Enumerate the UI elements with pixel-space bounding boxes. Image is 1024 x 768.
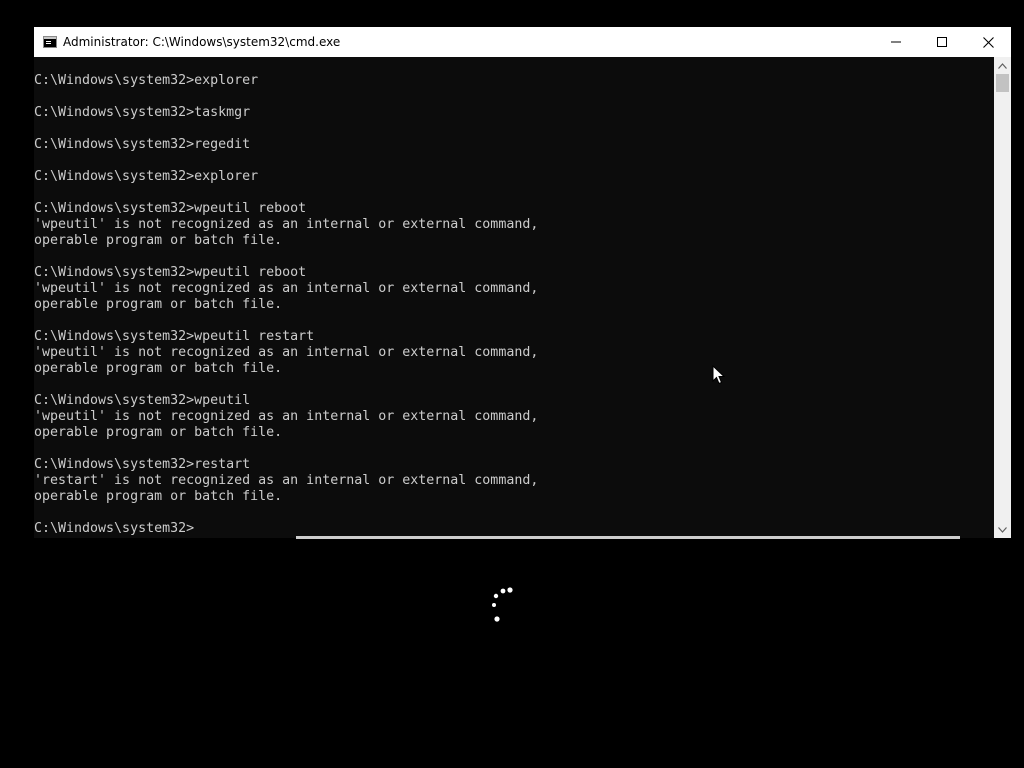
console-line: 'wpeutil' is not recognized as an intern… xyxy=(34,409,539,424)
close-icon xyxy=(982,36,994,48)
console-line: C:\Windows\system32>explorer xyxy=(34,169,259,184)
console-line: 'restart' is not recognized as an intern… xyxy=(34,473,539,488)
console-line: operable program or batch file. xyxy=(34,233,283,248)
console-line: operable program or batch file. xyxy=(34,361,283,376)
loading-spinner-icon xyxy=(492,587,513,622)
mouse-pointer-icon xyxy=(712,365,726,385)
maximize-icon xyxy=(937,37,947,47)
console-line: C:\Windows\system32>wpeutil reboot xyxy=(34,265,307,280)
console-output[interactable]: C:\Windows\system32>explorer C:\Windows\s… xyxy=(34,57,994,538)
console-line: C:\Windows\system32>taskmgr xyxy=(34,105,251,120)
console-line: 'wpeutil' is not recognized as an intern… xyxy=(34,217,539,232)
console-line: C:\Windows\system32>wpeutil restart xyxy=(34,329,315,344)
chevron-down-icon xyxy=(998,526,1007,533)
desktop-screen: Administrator: C:\Windows\system32\cmd.e… xyxy=(0,0,1024,768)
title-bar[interactable]: Administrator: C:\Windows\system32\cmd.e… xyxy=(34,27,1011,57)
cmd-window[interactable]: Administrator: C:\Windows\system32\cmd.e… xyxy=(34,27,1011,539)
console-line: 'wpeutil' is not recognized as an intern… xyxy=(34,281,539,296)
minimize-icon xyxy=(891,41,901,43)
console-line: operable program or batch file. xyxy=(34,489,283,504)
close-button[interactable] xyxy=(965,27,1011,57)
scroll-down-button[interactable] xyxy=(994,521,1011,538)
vertical-scrollbar[interactable] xyxy=(994,57,1011,538)
console-app-icon[interactable] xyxy=(43,36,57,48)
console-line: C:\Windows\system32>explorer xyxy=(34,73,259,88)
scroll-up-button[interactable] xyxy=(994,57,1011,74)
console-line: operable program or batch file. xyxy=(34,425,283,440)
horizontal-scrollbar[interactable] xyxy=(296,536,960,539)
console-line: 'wpeutil' is not recognized as an intern… xyxy=(34,345,539,360)
scrollbar-thumb[interactable] xyxy=(996,74,1009,92)
console-line: C:\Windows\system32>regedit xyxy=(34,137,251,152)
chevron-up-icon xyxy=(998,62,1007,69)
console-line: C:\Windows\system32> xyxy=(34,521,195,536)
console-lines: C:\Windows\system32>explorer C:\Windows\s… xyxy=(34,73,538,537)
console-line: C:\Windows\system32>restart xyxy=(34,457,251,472)
console-line: C:\Windows\system32>wpeutil reboot xyxy=(34,201,307,216)
maximize-button[interactable] xyxy=(919,27,965,57)
console-line: C:\Windows\system32>wpeutil xyxy=(34,393,251,408)
console-line: operable program or batch file. xyxy=(34,297,283,312)
caption-buttons xyxy=(873,27,1011,57)
minimize-button[interactable] xyxy=(873,27,919,57)
window-title: Administrator: C:\Windows\system32\cmd.e… xyxy=(63,35,341,49)
